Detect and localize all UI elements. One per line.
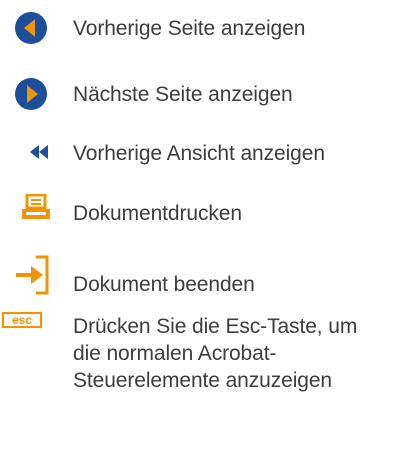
next-page-icon[interactable] — [14, 77, 48, 116]
previous-page-item[interactable]: Vorherige Seite anzeigen — [0, 8, 395, 48]
exit-document-label: Dokument beenden — [73, 273, 255, 296]
exit-document-icon[interactable] — [14, 255, 52, 302]
print-icon[interactable] — [21, 193, 51, 229]
exit-document-item[interactable]: Dokument beenden — [0, 255, 395, 299]
navigation-help-panel: { "colors": { "accent": "#f29400", "circ… — [0, 0, 395, 454]
esc-key-icon: esc — [2, 312, 42, 328]
previous-view-item[interactable]: Vorherige Ansicht anzeigen — [0, 138, 395, 174]
previous-page-label: Vorherige Seite anzeigen — [73, 17, 306, 40]
previous-view-label: Vorherige Ansicht anzeigen — [73, 142, 325, 165]
next-page-item[interactable]: Nächste Seite anzeigen — [0, 74, 395, 114]
previous-view-icon[interactable] — [29, 144, 49, 165]
esc-instruction-label: Drücken Sie die Esc-Taste, um die normal… — [73, 315, 358, 392]
esc-instruction-item: esc Drücken Sie die Esc-Taste, um die no… — [0, 312, 395, 452]
print-document-label: Dokumentdrucken — [73, 202, 242, 225]
print-document-item[interactable]: Dokumentdrucken — [0, 193, 395, 234]
previous-page-icon[interactable] — [14, 11, 48, 50]
next-page-label: Nächste Seite anzeigen — [73, 83, 293, 106]
